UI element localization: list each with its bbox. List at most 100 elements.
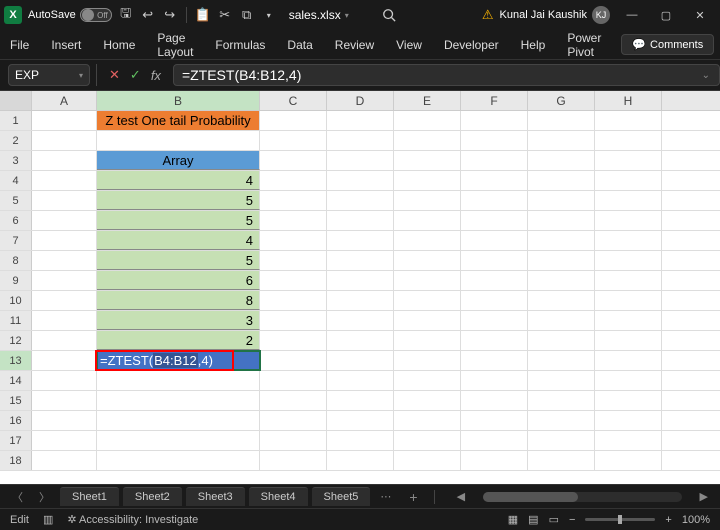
- more-sheets-icon[interactable]: ⋯: [374, 490, 397, 503]
- tab-view[interactable]: View: [394, 34, 424, 56]
- cell-b6[interactable]: 5: [97, 211, 260, 230]
- save-icon[interactable]: 🖫: [118, 7, 134, 23]
- tab-home[interactable]: Home: [101, 34, 137, 56]
- tab-developer[interactable]: Developer: [442, 34, 501, 56]
- col-header-b[interactable]: B: [97, 91, 260, 110]
- cell-b10[interactable]: 8: [97, 291, 260, 310]
- col-header-e[interactable]: E: [394, 91, 461, 110]
- minimize-button[interactable]: —: [616, 3, 648, 27]
- sheet-nav-prev[interactable]: 〈: [6, 489, 29, 505]
- sheet-tab[interactable]: Sheet4: [249, 487, 308, 506]
- row-header[interactable]: 9: [0, 271, 32, 290]
- tab-insert[interactable]: Insert: [49, 34, 83, 56]
- cell-b7[interactable]: 4: [97, 231, 260, 250]
- name-box[interactable]: EXP ▾: [8, 64, 90, 86]
- cell-b12[interactable]: 2: [97, 331, 260, 350]
- warning-icon[interactable]: ⚠: [482, 7, 494, 23]
- row-header[interactable]: 4: [0, 171, 32, 190]
- undo-icon[interactable]: ↩: [140, 7, 156, 23]
- expand-formula-icon[interactable]: ⌄: [702, 70, 710, 81]
- grid-rows: 1 Z test One tail Probability 2 3 Array 4 4…: [0, 111, 720, 471]
- row-header[interactable]: 2: [0, 131, 32, 150]
- row-header[interactable]: 12: [0, 331, 32, 350]
- horizontal-scrollbar[interactable]: ◀ ▶: [443, 490, 714, 503]
- fx-icon[interactable]: fx: [151, 68, 167, 83]
- row-header[interactable]: 13: [0, 351, 32, 370]
- paste-icon[interactable]: 📋: [195, 7, 211, 23]
- cell-b1[interactable]: Z test One tail Probability: [97, 111, 260, 130]
- ribbon: File Insert Home Page Layout Formulas Da…: [0, 30, 720, 60]
- view-break-icon[interactable]: ▭: [549, 513, 559, 526]
- sheet-tab[interactable]: Sheet1: [60, 487, 119, 506]
- avatar: KJ: [592, 6, 610, 24]
- cell-b4[interactable]: 4: [97, 171, 260, 190]
- view-normal-icon[interactable]: ▦: [508, 513, 518, 526]
- add-sheet-button[interactable]: +: [401, 489, 425, 505]
- column-headers: A B C D E F G H: [0, 91, 720, 111]
- stats-icon[interactable]: ▥: [43, 513, 53, 526]
- cell-b5[interactable]: 5: [97, 191, 260, 210]
- scroll-left-icon[interactable]: ◀: [451, 490, 471, 503]
- filename[interactable]: sales.xlsx ▾: [289, 8, 349, 22]
- formula-input[interactable]: =ZTEST(B4:B12,4): [173, 64, 720, 86]
- select-all-corner[interactable]: [0, 91, 32, 110]
- sheet-tab[interactable]: Sheet3: [186, 487, 245, 506]
- row-header[interactable]: 7: [0, 231, 32, 250]
- col-header-c[interactable]: C: [260, 91, 327, 110]
- row-header[interactable]: 17: [0, 431, 32, 450]
- view-page-icon[interactable]: ▤: [528, 513, 538, 526]
- redo-icon[interactable]: ↪: [162, 7, 178, 23]
- row-header[interactable]: 6: [0, 211, 32, 230]
- cell-b3[interactable]: Array: [97, 151, 260, 170]
- cell-b11[interactable]: 3: [97, 311, 260, 330]
- col-header-g[interactable]: G: [528, 91, 595, 110]
- maximize-button[interactable]: ▢: [650, 3, 682, 27]
- sheet-nav-next[interactable]: 〉: [33, 489, 56, 505]
- autosave-toggle[interactable]: AutoSave Off: [28, 8, 112, 22]
- chevron-down-icon[interactable]: ▾: [261, 7, 277, 23]
- search-icon[interactable]: [381, 7, 397, 23]
- row-header[interactable]: 15: [0, 391, 32, 410]
- row-header[interactable]: 10: [0, 291, 32, 310]
- row-header[interactable]: 18: [0, 451, 32, 470]
- scroll-thumb[interactable]: [483, 492, 578, 502]
- row-header[interactable]: 14: [0, 371, 32, 390]
- row-header[interactable]: 5: [0, 191, 32, 210]
- cell-b13-active[interactable]: =ZTEST(B4:B12,4): [97, 351, 260, 370]
- col-header-d[interactable]: D: [327, 91, 394, 110]
- comment-icon: 💬: [632, 38, 646, 51]
- tab-page-layout[interactable]: Page Layout: [155, 27, 195, 63]
- scroll-right-icon[interactable]: ▶: [694, 490, 714, 503]
- zoom-slider[interactable]: [585, 518, 655, 521]
- cut-icon[interactable]: ✂: [217, 7, 233, 23]
- accessibility-status[interactable]: ✲ Accessibility: Investigate: [67, 513, 198, 526]
- close-button[interactable]: ✕: [684, 3, 716, 27]
- row-header[interactable]: 8: [0, 251, 32, 270]
- accept-formula-icon[interactable]: ✓: [130, 67, 141, 83]
- cell-b9[interactable]: 6: [97, 271, 260, 290]
- cell-b8[interactable]: 5: [97, 251, 260, 270]
- tab-data[interactable]: Data: [285, 34, 314, 56]
- chevron-down-icon[interactable]: ▾: [79, 71, 83, 80]
- sheet-tab[interactable]: Sheet5: [312, 487, 371, 506]
- tab-file[interactable]: File: [8, 34, 31, 56]
- sheet-tab[interactable]: Sheet2: [123, 487, 182, 506]
- comments-button[interactable]: 💬 Comments: [621, 34, 714, 55]
- toggle-off-icon[interactable]: Off: [80, 8, 112, 22]
- cancel-formula-icon[interactable]: ✕: [109, 67, 120, 83]
- tab-review[interactable]: Review: [333, 34, 376, 56]
- col-header-h[interactable]: H: [595, 91, 662, 110]
- row-header[interactable]: 16: [0, 411, 32, 430]
- row-header[interactable]: 1: [0, 111, 32, 130]
- row-header[interactable]: 3: [0, 151, 32, 170]
- col-header-f[interactable]: F: [461, 91, 528, 110]
- col-header-a[interactable]: A: [32, 91, 97, 110]
- row-header[interactable]: 11: [0, 311, 32, 330]
- user-account[interactable]: Kunal Jai Kaushik KJ: [500, 6, 610, 24]
- copy-icon[interactable]: ⧉: [239, 7, 255, 23]
- tab-help[interactable]: Help: [519, 34, 548, 56]
- tab-formulas[interactable]: Formulas: [213, 34, 267, 56]
- chevron-down-icon: ▾: [345, 11, 349, 20]
- spreadsheet-grid[interactable]: A B C D E F G H 1 Z test One tail Probabi…: [0, 91, 720, 484]
- tab-power-pivot[interactable]: Power Pivot: [565, 27, 603, 63]
